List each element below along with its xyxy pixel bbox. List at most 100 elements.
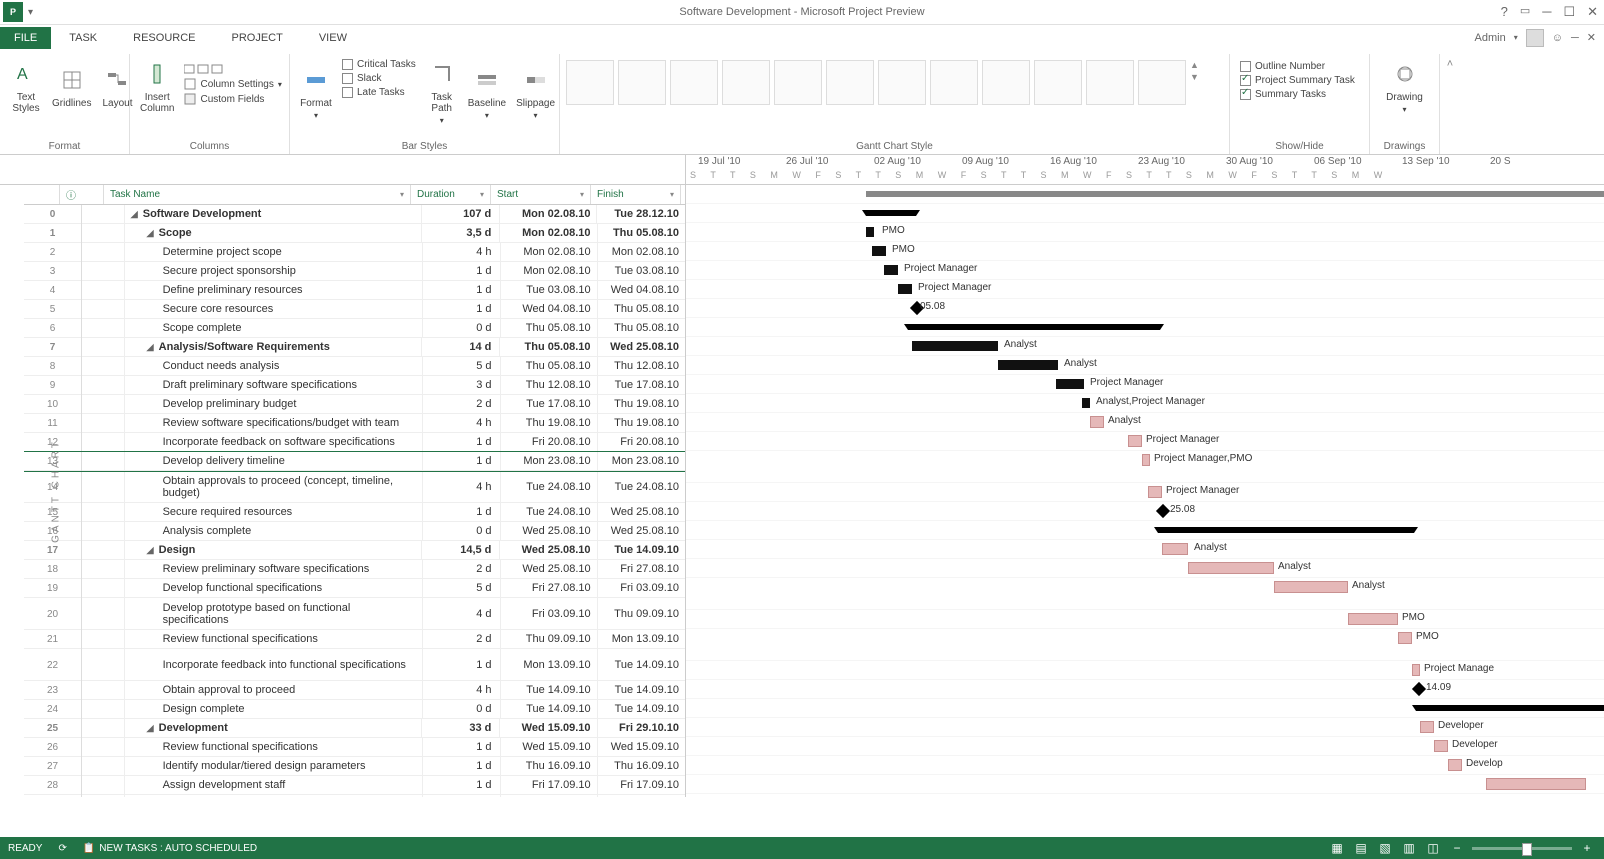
gridlines-button[interactable]: Gridlines [48, 56, 95, 116]
file-tab[interactable]: FILE [0, 27, 51, 49]
table-row[interactable]: 5Secure core resources1 dWed 04.08.10Thu… [24, 300, 685, 319]
info-header[interactable]: ⓘ [60, 185, 104, 204]
late-tasks-check[interactable]: Late Tasks [338, 86, 420, 99]
table-row[interactable]: 23Obtain approval to proceed4 hTue 14.09… [24, 681, 685, 700]
view-resource-icon[interactable]: ▥ [1400, 840, 1418, 856]
table-row[interactable]: 9Draft preliminary software specificatio… [24, 376, 685, 395]
user-name[interactable]: Admin [1475, 32, 1506, 44]
project-tab[interactable]: PROJECT [214, 27, 301, 49]
smiley-icon[interactable]: ☺ [1552, 32, 1563, 44]
table-row[interactable]: 1◢Scope3,5 dMon 02.08.10Thu 05.08.10 [24, 224, 685, 243]
table-row[interactable]: 17◢Design14,5 dWed 25.08.10Tue 14.09.10 [24, 541, 685, 560]
styles-down-icon[interactable]: ▼ [1190, 72, 1199, 82]
ribbon-collapse-icon[interactable]: ˄ [1447, 58, 1453, 70]
gantt-row: PMO [686, 629, 1604, 661]
finish-header[interactable]: Finish▾ [591, 185, 681, 204]
view-cal-icon[interactable]: ▤ [1352, 840, 1370, 856]
taskname-header[interactable]: Task Name▾ [104, 185, 411, 204]
view-report-icon[interactable]: ◫ [1424, 840, 1442, 856]
task-tab[interactable]: TASK [51, 27, 115, 49]
project-summary-check[interactable]: Project Summary Task [1236, 74, 1363, 87]
text-styles-button[interactable]: AText Styles [6, 56, 46, 116]
insert-column-button[interactable]: Insert Column [136, 56, 178, 116]
rownum-header[interactable] [24, 185, 60, 204]
duration-header[interactable]: Duration▾ [411, 185, 491, 204]
summary-tasks-check[interactable]: Summary Tasks [1236, 88, 1363, 101]
critical-tasks-check[interactable]: Critical Tasks [338, 58, 420, 71]
table-row[interactable]: 4Define preliminary resources1 dTue 03.0… [24, 281, 685, 300]
resource-tab[interactable]: RESOURCE [115, 27, 213, 49]
zoom-out-icon[interactable]: − [1448, 840, 1466, 856]
table-row[interactable]: 6Scope complete0 dThu 05.08.10Thu 05.08.… [24, 319, 685, 338]
status-newtasks[interactable]: 📋NEW TASKS : AUTO SCHEDULED [83, 843, 257, 854]
close-icon[interactable]: ✕ [1587, 4, 1598, 20]
table-row[interactable]: 3Secure project sponsorship1 dMon 02.08.… [24, 262, 685, 281]
table-row[interactable]: 13Develop delivery timeline1 dMon 23.08.… [24, 452, 685, 471]
window-close-icon[interactable]: ✕ [1587, 31, 1596, 44]
format-button[interactable]: Format▾ [296, 56, 336, 127]
table-row[interactable]: 21Review functional specifications2 dThu… [24, 630, 685, 649]
zoom-in-icon[interactable]: + [1578, 840, 1596, 856]
column-settings-button[interactable]: Column Settings ▾ [180, 77, 285, 91]
table-row[interactable]: 12Incorporate feedback on software speci… [24, 433, 685, 452]
maximize-icon[interactable]: ☐ [1563, 4, 1575, 20]
gantt-row [686, 775, 1604, 794]
gantt-row: Project Manager [686, 280, 1604, 299]
table-row[interactable]: 0◢Software Development107 dMon 02.08.10T… [24, 205, 685, 224]
table-row[interactable]: 7◢Analysis/Software Requirements14 dThu … [24, 338, 685, 357]
outline-number-check[interactable]: Outline Number [1236, 60, 1363, 73]
task-grid[interactable]: 0◢Software Development107 dMon 02.08.10T… [24, 205, 685, 797]
avatar[interactable] [1526, 29, 1544, 47]
minimize-icon[interactable]: ─ [1542, 4, 1551, 20]
status-sync-icon[interactable]: ⟳ [58, 843, 66, 854]
table-row[interactable]: 18Review preliminary software specificat… [24, 560, 685, 579]
table-row[interactable]: 28Assign development staff1 dFri 17.09.1… [24, 776, 685, 795]
align-buttons[interactable] [180, 62, 285, 76]
group-label-gantt: Gantt Chart Style [560, 141, 1229, 152]
table-row[interactable]: 14Obtain approvals to proceed (concept, … [24, 471, 685, 503]
custom-fields-button[interactable]: Custom Fields [180, 92, 285, 106]
view-network-icon[interactable]: ▧ [1376, 840, 1394, 856]
ribbon-toggle-icon[interactable]: ▭ [1520, 4, 1530, 20]
view-tab[interactable]: VIEW [301, 27, 365, 49]
info-icon: ⓘ [66, 187, 76, 202]
user-dropdown-icon[interactable]: ▾ [1514, 33, 1518, 42]
task-path-button[interactable]: Task Path▾ [422, 56, 462, 127]
table-row[interactable]: 29Develop code15 dMon 20.09.10Fri 08.10.… [24, 795, 685, 797]
drawing-button[interactable]: Drawing▾ [1376, 56, 1433, 116]
table-row[interactable]: 2Determine project scope4 hMon 02.08.10M… [24, 243, 685, 262]
table-row[interactable]: 16Analysis complete0 dWed 25.08.10Wed 25… [24, 522, 685, 541]
table-row[interactable]: 24Design complete0 dTue 14.09.10Tue 14.0… [24, 700, 685, 719]
table-row[interactable]: 10Develop preliminary budget2 dTue 17.08… [24, 395, 685, 414]
qat-dropdown[interactable]: ▾ [28, 7, 33, 18]
slippage-button[interactable]: Slippage▾ [512, 56, 559, 127]
gantt-chart-styles[interactable]: ▲ ▼ [566, 56, 1223, 105]
start-header[interactable]: Start▾ [491, 185, 591, 204]
view-gantt-icon[interactable]: ▦ [1328, 840, 1346, 856]
window-minimize-icon[interactable]: ─ [1571, 32, 1579, 44]
table-row[interactable]: 22Incorporate feedback into functional s… [24, 649, 685, 681]
gantt-chart[interactable]: PMOPMOProject ManagerProject Manager05.0… [686, 185, 1604, 797]
table-row[interactable]: 20Develop prototype based on functional … [24, 598, 685, 630]
slack-check[interactable]: Slack [338, 72, 420, 85]
status-bar: READY ⟳ 📋NEW TASKS : AUTO SCHEDULED ▦ ▤ … [0, 837, 1604, 859]
gantt-row: Project Manager [686, 375, 1604, 394]
zoom-slider[interactable] [1472, 847, 1572, 850]
app-icon: P [3, 2, 23, 22]
table-row[interactable]: 15Secure required resources1 dTue 24.08.… [24, 503, 685, 522]
table-row[interactable]: 26Review functional specifications1 dWed… [24, 738, 685, 757]
table-row[interactable]: 25◢Development33 dWed 15.09.10Fri 29.10.… [24, 719, 685, 738]
help-icon[interactable]: ? [1501, 4, 1508, 20]
timeline-date: 13 Sep '10 [1402, 156, 1450, 167]
table-row[interactable]: 8Conduct needs analysis5 dThu 05.08.10Th… [24, 357, 685, 376]
timeline-date: 30 Aug '10 [1226, 156, 1273, 167]
styles-up-icon[interactable]: ▲ [1190, 60, 1199, 70]
table-row[interactable]: 11Review software specifications/budget … [24, 414, 685, 433]
table-row[interactable]: 19Develop functional specifications5 dFr… [24, 579, 685, 598]
grid-header: ⓘ Task Name▾ Duration▾ Start▾ Finish▾ [24, 185, 685, 205]
baseline-button[interactable]: Baseline▾ [464, 56, 510, 127]
timeline-date: 23 Aug '10 [1138, 156, 1185, 167]
group-label-columns: Columns [130, 141, 289, 152]
table-row[interactable]: 27Identify modular/tiered design paramet… [24, 757, 685, 776]
gantt-row: Project Manager [686, 261, 1604, 280]
